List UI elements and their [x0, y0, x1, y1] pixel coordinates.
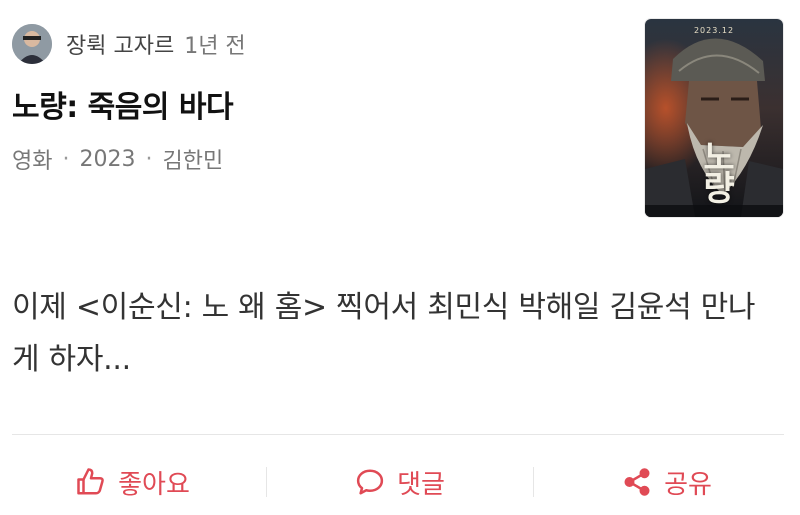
separator-dot: · — [62, 146, 70, 172]
year-label: 2023 — [79, 146, 136, 172]
avatar[interactable] — [12, 24, 52, 64]
share-icon — [622, 467, 652, 497]
poster-title: 노 량 — [697, 141, 741, 206]
category-label: 영화 — [12, 149, 53, 174]
like-button[interactable]: 좋아요 — [0, 455, 266, 509]
comment-label: 댓글 — [397, 469, 445, 500]
poster-title-line: 량 — [703, 168, 735, 209]
like-label: 좋아요 — [118, 469, 190, 500]
share-button[interactable]: 공유 — [534, 455, 800, 509]
movie-poster[interactable]: 2023.12 노 량 — [645, 19, 783, 217]
post-title[interactable]: 노량: 죽음의 바다 — [12, 82, 234, 126]
comment-button[interactable]: 댓글 — [267, 455, 533, 509]
director-label: 김한민 — [162, 149, 224, 174]
divider — [12, 434, 784, 435]
movie-info: 영화 · 2023 · 김한민 — [12, 143, 223, 175]
post-header: 장뤽 고자르 1년 전 — [12, 24, 246, 64]
post-time: 1년 전 — [184, 34, 246, 59]
poster-date: 2023.12 — [693, 26, 735, 35]
author-name[interactable]: 장뤽 고자르 — [66, 28, 174, 60]
share-label: 공유 — [664, 469, 712, 500]
post-body[interactable]: 이제 <이순신: 노 왜 홈> 찍어서 최민식 박해일 김윤석 만나게 하자..… — [12, 282, 782, 386]
thumbs-up-icon — [76, 467, 106, 497]
action-bar: 좋아요 댓글 공유 — [0, 455, 800, 509]
separator-dot: · — [145, 146, 153, 172]
speech-bubble-icon — [355, 467, 385, 497]
